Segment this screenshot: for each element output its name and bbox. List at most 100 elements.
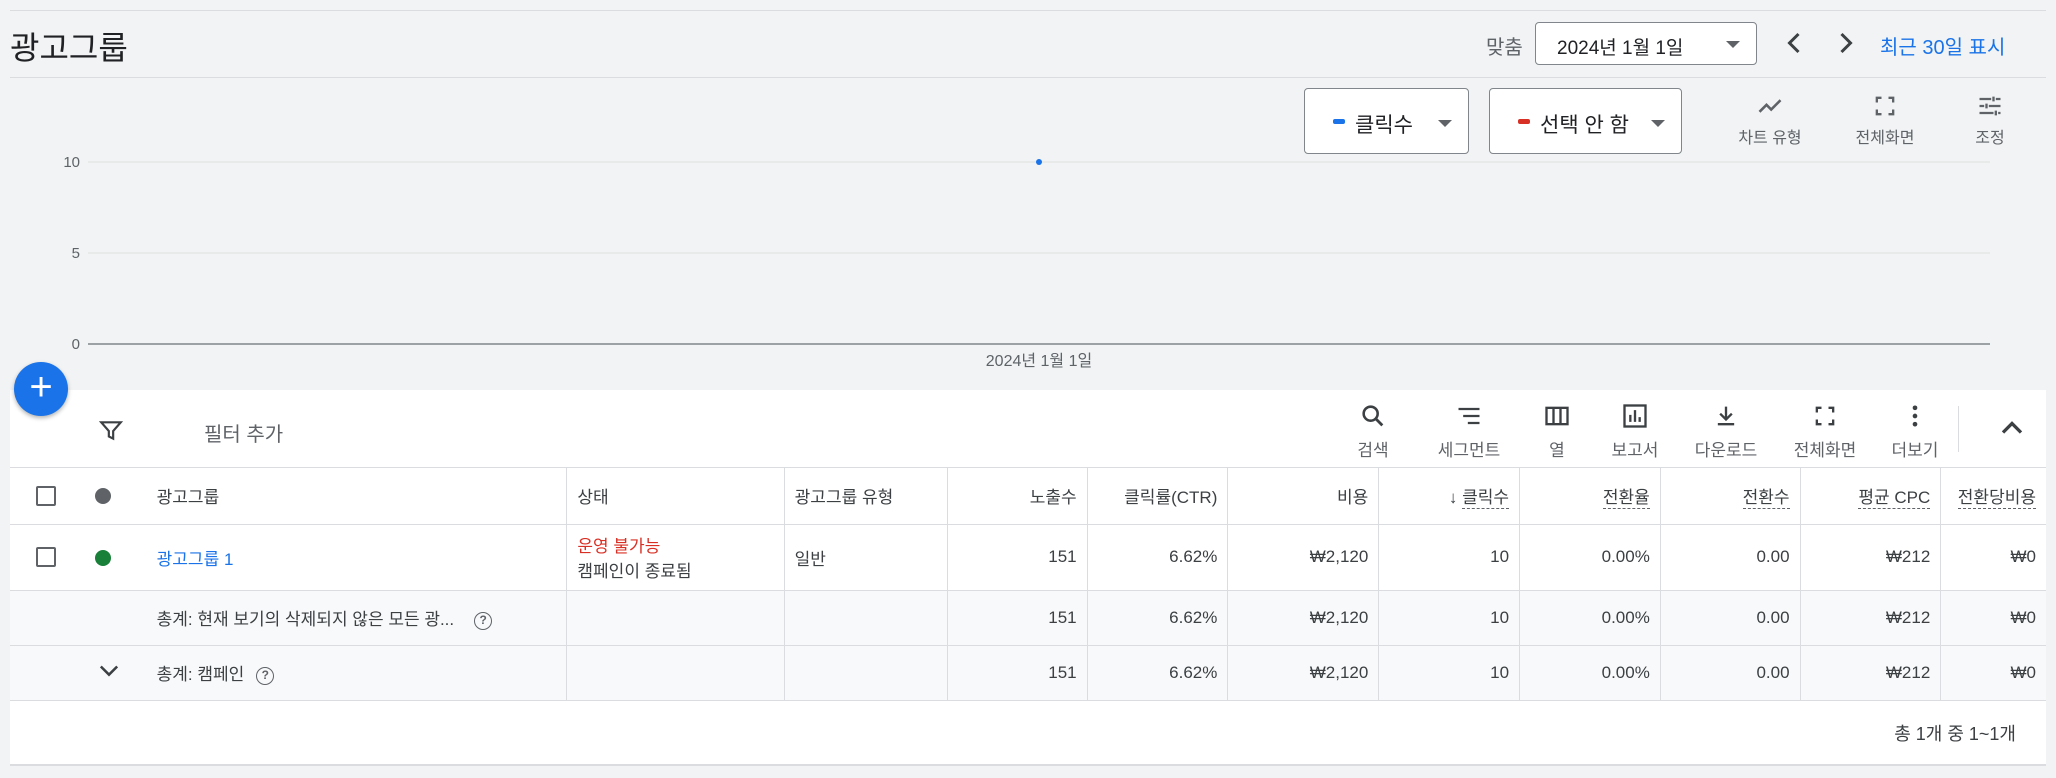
data-point[interactable]: [1036, 159, 1042, 165]
col-header-conversions-label: 전환수: [1742, 488, 1790, 510]
report-button[interactable]: 보고서: [1590, 402, 1680, 461]
table-toolbar: 필터 추가 검색 세그먼트 열 보고서 다운로드 전체화면 더보기: [10, 390, 2046, 468]
fullscreen-icon: [1835, 92, 1935, 122]
cost-per-conv-cell: ₩0: [1940, 524, 2046, 591]
show-recent-link[interactable]: 최근 30일 표시: [1880, 31, 2005, 60]
adgroup-name-link[interactable]: 광고그룹 1: [157, 550, 234, 569]
col-header-conv-rate[interactable]: 전환율: [1519, 468, 1661, 525]
search-icon: [1328, 402, 1418, 432]
total-row-campaign: 총계: 캠페인? 151 6.62% ₩2,120 10 0.00% 0.00 …: [10, 645, 2046, 701]
search-label: 검색: [1357, 441, 1389, 460]
help-icon[interactable]: ?: [256, 666, 275, 685]
page-header: 광고그룹 맞춤 2024년 1월 1일 최근 30일 표시: [10, 10, 2046, 78]
chart-type-button[interactable]: 차트 유형: [1720, 92, 1820, 148]
col-header-conv-rate-label: 전환율: [1602, 488, 1650, 510]
campaign-total-conv-rate: 0.00%: [1519, 645, 1661, 701]
adgroups-table: 광고그룹 상태 광고그룹 유형 노출수 클릭률(CTR) 비용 ↓ 클릭수 전환…: [10, 468, 2046, 701]
toolbar-divider: [1958, 406, 1959, 452]
row-checkbox[interactable]: [36, 547, 56, 568]
campaign-total-cost: ₩2,120: [1227, 645, 1379, 701]
chevron-left-icon[interactable]: [1776, 25, 1812, 61]
chevron-up-icon[interactable]: [1994, 410, 2030, 446]
chart-fullscreen-label: 전체화면: [1855, 130, 1915, 147]
download-icon: [1681, 402, 1771, 432]
y-tick-label: 0: [72, 336, 80, 353]
table-header-row: 광고그룹 상태 광고그룹 유형 노출수 클릭률(CTR) 비용 ↓ 클릭수 전환…: [10, 468, 2046, 525]
caret-down-icon: [1726, 41, 1740, 48]
download-label: 다운로드: [1694, 441, 1758, 460]
segment-label: 세그먼트: [1437, 441, 1501, 460]
more-label: 더보기: [1891, 441, 1939, 460]
columns-button[interactable]: 열: [1512, 402, 1602, 461]
table-panel: 필터 추가 검색 세그먼트 열 보고서 다운로드 전체화면 더보기 광고그룹 상…: [10, 390, 2046, 766]
chart-adjust-button[interactable]: 조정: [1940, 92, 2040, 148]
campaign-total-ctr: 6.62%: [1086, 645, 1228, 701]
search-button[interactable]: 검색: [1328, 402, 1418, 461]
total-cost: ₩2,120: [1227, 590, 1379, 646]
col-header-avg-cpc-label: 평균 CPC: [1858, 488, 1931, 510]
performance-chart: 0 5 10 2024년 1월 1일 클릭수 선택 안 함 차트 유형 전체화면: [10, 78, 2046, 390]
status-subtext: 캠페인이 종료됨: [577, 562, 692, 581]
y-tick-label: 5: [72, 245, 80, 262]
more-button[interactable]: 더보기: [1870, 402, 1960, 461]
filter-icon[interactable]: [98, 418, 124, 444]
more-vert-icon: [1870, 402, 1960, 432]
total-label-cell: 총계: 현재 보기의 삭제되지 않은 모든 광...?: [146, 590, 567, 646]
select-all-checkbox[interactable]: [36, 486, 56, 506]
help-icon[interactable]: ?: [474, 611, 493, 630]
total-cost-per-conv: ₩0: [1940, 590, 2046, 646]
total-avg-cpc: ₩212: [1799, 590, 1941, 646]
chevron-down-icon[interactable]: [95, 656, 123, 684]
col-header-conversions[interactable]: 전환수: [1659, 468, 1801, 525]
campaign-total-clicks: 10: [1378, 645, 1520, 701]
download-button[interactable]: 다운로드: [1681, 402, 1771, 461]
pagination-summary: 총 1개 중 1~1개: [1894, 724, 2016, 744]
fullscreen-icon: [1780, 402, 1870, 432]
clicks-cell: 10: [1378, 524, 1520, 591]
metric-color-swatch: [1333, 119, 1345, 124]
col-header-impressions[interactable]: 노출수: [946, 468, 1088, 525]
table-fullscreen-button[interactable]: 전체화면: [1780, 402, 1870, 461]
tune-icon: [1940, 92, 2040, 122]
col-header-ctr[interactable]: 클릭률(CTR): [1086, 468, 1228, 525]
total-ctr: 6.62%: [1086, 590, 1228, 646]
status-dot-enabled: [95, 549, 112, 566]
avg-cpc-cell: ₩212: [1799, 524, 1941, 591]
metric-color-swatch: [1518, 119, 1530, 124]
status-dot-header: [95, 488, 112, 505]
chart-fullscreen-button[interactable]: 전체화면: [1835, 92, 1935, 148]
total-campaign-label: 총계: 캠페인: [156, 665, 245, 684]
col-header-adgroup[interactable]: 광고그룹: [146, 468, 567, 525]
metric-select-primary[interactable]: 클릭수: [1304, 88, 1469, 154]
col-header-status[interactable]: 상태: [566, 468, 785, 525]
campaign-total-impressions: 151: [946, 645, 1088, 701]
metric-label: 클릭수: [1355, 114, 1413, 137]
chevron-right-icon[interactable]: [1828, 25, 1864, 61]
date-range-select[interactable]: 2024년 1월 1일: [1535, 22, 1757, 65]
total-clicks: 10: [1378, 590, 1520, 646]
arrow-down-icon: ↓: [1448, 488, 1463, 508]
add-filter-button[interactable]: 필터 추가: [204, 418, 283, 447]
table-row: 광고그룹 1 운영 불가능 캠페인이 종료됨 일반 151 6.62% ₩2,12…: [10, 524, 2046, 591]
segment-icon: [1424, 402, 1514, 432]
x-tick-label: 2024년 1월 1일: [986, 352, 1092, 370]
total-conversions: 0.00: [1659, 590, 1801, 646]
segment-button[interactable]: 세그먼트: [1424, 402, 1514, 461]
campaign-total-avg-cpc: ₩212: [1799, 645, 1941, 701]
columns-label: 열: [1549, 441, 1565, 460]
impressions-cell: 151: [946, 524, 1088, 591]
cost-cell: ₩2,120: [1227, 524, 1379, 591]
add-button[interactable]: +: [14, 362, 68, 416]
caret-down-icon: [1651, 120, 1665, 127]
col-header-type[interactable]: 광고그룹 유형: [783, 468, 948, 525]
col-header-cost[interactable]: 비용: [1227, 468, 1379, 525]
total-conv-rate: 0.00%: [1519, 590, 1661, 646]
col-header-clicks[interactable]: ↓ 클릭수: [1378, 468, 1520, 525]
report-icon: [1590, 402, 1680, 432]
col-header-clicks-label: 클릭수: [1462, 488, 1510, 510]
columns-icon: [1512, 402, 1602, 432]
col-header-avg-cpc[interactable]: 평균 CPC: [1799, 468, 1941, 525]
campaign-total-conversions: 0.00: [1659, 645, 1801, 701]
col-header-cost-per-conv[interactable]: 전환당비용: [1940, 468, 2046, 525]
metric-select-secondary[interactable]: 선택 안 함: [1489, 88, 1682, 154]
